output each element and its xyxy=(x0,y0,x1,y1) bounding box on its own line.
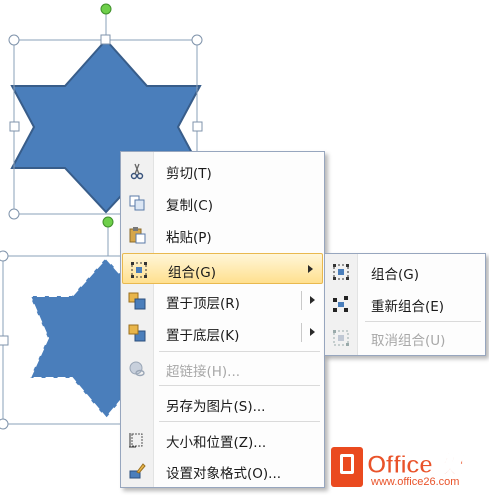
menu-item-format-object[interactable]: 设置对象格式(O)... xyxy=(121,455,324,486)
submenu-item-label: 取消组合(U) xyxy=(371,333,446,349)
menu-item-save-as-picture[interactable]: 另存为图片(S)... xyxy=(121,388,324,419)
menu-item-label: 另存为图片(S)... xyxy=(166,399,266,415)
submenu-item-label: 重新组合(E) xyxy=(371,299,445,315)
resize-handle[interactable] xyxy=(100,34,111,45)
menu-item-label: 组合(G) xyxy=(168,265,216,281)
chevron-right-icon[interactable] xyxy=(310,296,315,304)
menu-separator xyxy=(159,421,320,422)
menu-item-hyperlink: 超链接(H)... xyxy=(121,353,324,384)
menu-item-send-to-back[interactable]: 置于底层(K) xyxy=(121,317,324,348)
menu-item-label: 置于底层(K) xyxy=(166,328,240,344)
scissors-icon xyxy=(128,162,146,180)
resize-handle[interactable] xyxy=(9,121,20,132)
menu-item-bring-to-front[interactable]: 置于顶层(R) xyxy=(121,285,324,316)
submenu-item-group[interactable]: 组合(G) xyxy=(325,256,485,287)
send-to-back-icon xyxy=(128,324,146,342)
submenu-item-label: 组合(G) xyxy=(371,267,419,283)
resize-handle[interactable] xyxy=(0,335,9,346)
hyperlink-icon xyxy=(128,360,146,378)
submenu-item-ungroup: 取消组合(U) xyxy=(325,322,485,353)
regroup-icon xyxy=(332,295,350,313)
submenu-item-regroup[interactable]: 重新组合(E) xyxy=(325,288,485,319)
resize-handle[interactable] xyxy=(0,250,9,262)
group-icon xyxy=(332,263,350,281)
format-object-icon xyxy=(128,462,146,480)
menu-item-label: 设置对象格式(O)... xyxy=(166,466,282,482)
bring-to-front-icon xyxy=(128,292,146,310)
split-divider xyxy=(301,291,302,310)
resize-handle[interactable] xyxy=(8,34,20,46)
menu-item-label: 大小和位置(Z)... xyxy=(166,435,267,451)
paste-icon xyxy=(128,226,146,244)
menu-item-label: 超链接(H)... xyxy=(166,364,241,380)
ungroup-icon xyxy=(332,329,350,347)
group-submenu: 组合(G) 重新组合(E) 取消组合(U) xyxy=(324,253,486,356)
watermark-url: www.office26.com xyxy=(371,476,460,488)
rotate-handle-top[interactable] xyxy=(100,3,112,15)
menu-item-label: 复制(C) xyxy=(166,198,213,214)
group-icon xyxy=(130,261,148,279)
split-divider xyxy=(301,323,302,342)
menu-item-label: 剪切(T) xyxy=(166,166,212,182)
menu-item-label: 置于顶层(R) xyxy=(166,296,240,312)
menu-item-size-position[interactable]: 大小和位置(Z)... xyxy=(121,424,324,455)
context-menu: 剪切(T) 复制(C) 粘贴(P) 组合(G) 置于顶层(R) 置于底层(K) xyxy=(120,151,325,488)
copy-icon xyxy=(128,194,146,212)
menu-item-paste[interactable]: 粘贴(P) xyxy=(121,219,324,250)
menu-item-cut[interactable]: 剪切(T) xyxy=(121,155,324,186)
chevron-right-icon xyxy=(308,265,313,273)
menu-separator xyxy=(159,385,320,386)
resize-handle[interactable] xyxy=(8,208,20,220)
chevron-right-icon[interactable] xyxy=(310,328,315,336)
resize-handle[interactable] xyxy=(0,418,9,430)
resize-handle[interactable] xyxy=(191,34,203,46)
menu-item-group[interactable]: 组合(G) xyxy=(122,253,323,284)
menu-item-copy[interactable]: 复制(C) xyxy=(121,187,324,218)
rotate-handle-bottom[interactable] xyxy=(102,216,114,228)
menu-separator xyxy=(159,351,320,352)
office-logo-icon xyxy=(331,447,363,487)
resize-handle[interactable] xyxy=(192,121,203,132)
size-position-icon xyxy=(128,431,146,449)
menu-item-label: 粘贴(P) xyxy=(166,230,212,246)
site-watermark: Office教程网 www.office26.com xyxy=(327,443,489,495)
